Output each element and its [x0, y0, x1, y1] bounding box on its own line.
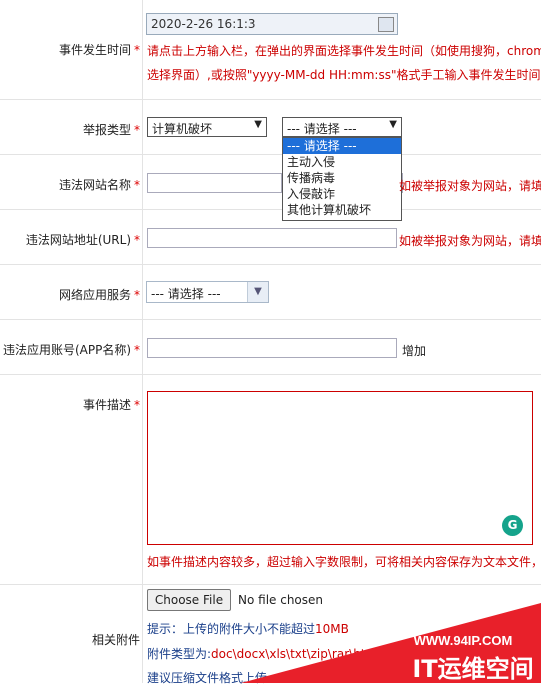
- event-time-hint: 请点击上方输入栏，在弹出的界面选择事件发生时间（如使用搜狗，chrome: [147, 44, 541, 58]
- description-label: 事件描述 *: [82, 398, 140, 412]
- report-subtype-dropdown: --- 请选择 --- 主动入侵 传播病毒 入侵敲诈 其他计算机破坏: [282, 137, 402, 221]
- required-mark: *: [134, 343, 140, 357]
- event-time-label: 事件发生时间 *: [58, 43, 140, 57]
- dropdown-option[interactable]: 入侵敲诈: [283, 186, 401, 202]
- report-type-label: 举报类型 *: [82, 123, 140, 137]
- site-name-hint: 如被举报对象为网站，请填: [399, 179, 541, 193]
- app-service-label: 网络应用服务 *: [58, 288, 140, 302]
- row-divider: [0, 99, 541, 100]
- description-hint: 如事件描述内容较多，超过输入字数限制，可将相关内容保存为文本文件，: [147, 555, 541, 569]
- description-textarea[interactable]: [147, 391, 533, 545]
- row-divider: [0, 319, 541, 320]
- app-service-value: --- 请选择 ---: [151, 287, 221, 301]
- event-time-hint-2: 选择界面）,或按照"yyyy-MM-dd HH:mm:ss"格式手工输入事件发生…: [147, 68, 541, 82]
- site-url-label: 违法网站地址(URL) *: [25, 233, 140, 247]
- chevron-down-icon: ▼: [254, 119, 262, 130]
- report-type-value: 计算机破坏: [152, 122, 213, 136]
- dropdown-option[interactable]: --- 请选择 ---: [283, 138, 401, 154]
- row-divider: [0, 154, 541, 155]
- site-name-label: 违法网站名称 *: [58, 178, 140, 192]
- site-url-input[interactable]: [147, 228, 397, 248]
- dropdown-option[interactable]: 其他计算机破坏: [283, 202, 401, 218]
- required-mark: *: [134, 398, 140, 412]
- required-mark: *: [134, 288, 140, 302]
- required-mark: *: [134, 43, 140, 57]
- dropdown-option[interactable]: 传播病毒: [283, 170, 401, 186]
- event-time-value: 2020-2-26 16:1:3: [151, 17, 256, 31]
- grammarly-icon[interactable]: G: [502, 515, 523, 536]
- calendar-icon[interactable]: [378, 17, 394, 32]
- chevron-down-icon[interactable]: ▼: [247, 282, 268, 302]
- site-url-hint: 如被举报对象为网站，请填: [399, 234, 541, 248]
- label-column-divider: [142, 0, 143, 683]
- add-account-link[interactable]: 增加: [402, 342, 426, 359]
- svg-text:WWW.94IP.COM: WWW.94IP.COM: [414, 633, 513, 648]
- row-divider: [0, 584, 541, 585]
- chevron-down-icon: ▼: [389, 119, 397, 130]
- svg-text:IT运维空间: IT运维空间: [412, 655, 533, 683]
- app-account-label: 违法应用账号(APP名称) *: [2, 343, 140, 357]
- row-divider: [0, 264, 541, 265]
- app-service-select[interactable]: --- 请选择 --- ▼: [146, 281, 269, 303]
- report-type-select[interactable]: 计算机破坏 ▼: [147, 117, 267, 137]
- attachment-label: 相关附件: [91, 633, 140, 647]
- required-mark: *: [134, 233, 140, 247]
- required-mark: *: [134, 123, 140, 137]
- required-mark: *: [134, 178, 140, 192]
- app-account-input[interactable]: [147, 338, 397, 358]
- site-name-input[interactable]: [147, 173, 282, 193]
- report-subtype-value: --- 请选择 ---: [287, 122, 357, 136]
- event-time-input[interactable]: 2020-2-26 16:1:3: [146, 13, 398, 35]
- row-divider: [0, 209, 541, 210]
- watermark-logo: WWW.94IP.COM IT运维空间: [241, 603, 541, 683]
- row-divider: [0, 374, 541, 375]
- dropdown-option[interactable]: 主动入侵: [283, 154, 401, 170]
- report-subtype-select[interactable]: --- 请选择 --- ▼: [282, 117, 402, 137]
- choose-file-button[interactable]: Choose File: [147, 589, 231, 611]
